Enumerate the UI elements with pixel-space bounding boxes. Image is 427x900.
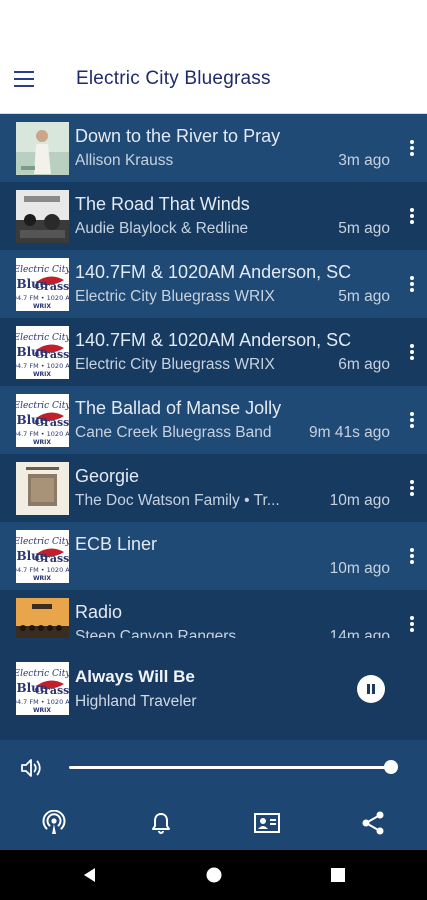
svg-text:104.7 FM • 1020 AM: 104.7 FM • 1020 AM	[16, 430, 69, 438]
pause-button[interactable]	[357, 675, 385, 703]
more-vert-icon[interactable]	[403, 614, 421, 634]
svg-text:Electric City: Electric City	[16, 401, 69, 411]
track-row[interactable]: Electric CityBlueGrass104.7 FM • 1020 AM…	[0, 318, 427, 386]
more-vert-icon[interactable]	[403, 478, 421, 498]
track-title: The Road That Winds	[75, 194, 250, 214]
track-artwork: Electric CityBlueGrass104.7 FM • 1020 AM…	[16, 326, 69, 379]
svg-text:104.7 FM • 1020 AM: 104.7 FM • 1020 AM	[16, 566, 69, 574]
track-artist: Cane Creek Bluegrass Band	[75, 424, 272, 441]
more-vert-icon[interactable]	[403, 546, 421, 566]
app-bar: Electric City Bluegrass	[0, 44, 427, 114]
recents-icon[interactable]	[327, 864, 349, 886]
track-row[interactable]: Georgie The Doc Watson Family • Tr... 10m …	[0, 454, 427, 522]
svg-text:Electric City: Electric City	[16, 537, 69, 547]
track-timestamp: 10m ago	[329, 560, 390, 577]
track-timestamp: 9m 41s ago	[309, 424, 390, 441]
track-title: 140.7FM & 1020AM Anderson, SC	[75, 262, 352, 282]
bottom-nav	[0, 798, 427, 850]
now-playing-artwork: Electric CityBlueGrass104.7 FM • 1020 AM…	[9, 662, 75, 715]
svg-text:WRIX: WRIX	[33, 707, 51, 714]
svg-text:Grass: Grass	[35, 280, 69, 293]
svg-text:WRIX: WRIX	[33, 371, 51, 378]
track-artist: Audie Blaylock & Redline	[75, 220, 249, 237]
track-title: Georgie	[75, 466, 140, 486]
svg-text:Grass: Grass	[35, 348, 69, 361]
track-row[interactable]: Electric CityBlueGrass104.7 FM • 1020 AM…	[0, 522, 427, 590]
home-icon[interactable]	[203, 864, 225, 886]
track-timestamp: 5m ago	[338, 288, 390, 305]
volume-slider-knob[interactable]	[384, 760, 398, 774]
track-timestamp: 6m ago	[338, 356, 390, 373]
more-vert-icon[interactable]	[403, 410, 421, 430]
svg-text:Grass: Grass	[35, 416, 69, 429]
track-title: ECB Liner	[75, 534, 158, 554]
svg-text:Electric City: Electric City	[16, 333, 69, 343]
more-vert-icon[interactable]	[403, 274, 421, 294]
volume-icon[interactable]	[19, 756, 45, 780]
svg-text:Grass: Grass	[35, 552, 69, 565]
back-icon[interactable]	[79, 864, 101, 886]
track-artist: Electric City Bluegrass WRIX	[75, 288, 275, 305]
track-row[interactable]: Electric CityBlueGrass104.7 FM • 1020 AM…	[0, 250, 427, 318]
track-artwork	[16, 122, 69, 175]
svg-text:104.7 FM • 1020 AM: 104.7 FM • 1020 AM	[16, 698, 69, 706]
svg-text:WRIX: WRIX	[33, 303, 51, 310]
hamburger-icon[interactable]	[0, 55, 48, 103]
contact-card-icon[interactable]	[252, 808, 282, 838]
svg-text:Electric City: Electric City	[16, 265, 69, 275]
volume-slider-track[interactable]	[69, 766, 391, 769]
more-vert-icon[interactable]	[403, 206, 421, 226]
svg-text:Grass: Grass	[35, 684, 69, 697]
track-timestamp: 14m ago	[329, 628, 390, 638]
track-artist: Allison Krauss	[75, 152, 174, 169]
track-title: 140.7FM & 1020AM Anderson, SC	[75, 330, 352, 350]
status-bar	[0, 0, 427, 44]
system-navigation-bar	[0, 850, 427, 900]
svg-text:WRIX: WRIX	[33, 439, 51, 446]
track-artist: The Doc Watson Family • Tr...	[75, 492, 280, 509]
track-row[interactable]: The Road That Winds Audie Blaylock & Redl…	[0, 182, 427, 250]
svg-text:104.7 FM • 1020 AM: 104.7 FM • 1020 AM	[16, 362, 69, 370]
more-vert-icon[interactable]	[403, 138, 421, 158]
track-artwork: Electric CityBlueGrass104.7 FM • 1020 AM…	[16, 394, 69, 447]
now-playing-bar[interactable]: Electric CityBlueGrass104.7 FM • 1020 AM…	[0, 638, 427, 740]
track-row[interactable]: Electric CityBlueGrass104.7 FM • 1020 AM…	[0, 386, 427, 454]
svg-text:Electric City: Electric City	[16, 669, 69, 679]
track-artist: Electric City Bluegrass WRIX	[75, 356, 275, 373]
bell-icon[interactable]	[146, 808, 176, 838]
track-timestamp: 5m ago	[338, 220, 390, 237]
track-artist: Steep Canyon Rangers	[75, 628, 237, 638]
track-row[interactable]: Radio Steep Canyon Rangers 14m ago	[0, 590, 427, 638]
track-artwork: Electric CityBlueGrass104.7 FM • 1020 AM…	[16, 258, 69, 311]
svg-text:WRIX: WRIX	[33, 575, 51, 582]
track-artwork	[16, 598, 69, 638]
track-row[interactable]: Down to the River to Pray Allison Krauss 3…	[0, 114, 427, 182]
share-icon[interactable]	[358, 808, 388, 838]
svg-text:104.7 FM • 1020 AM: 104.7 FM • 1020 AM	[16, 294, 69, 302]
track-timestamp: 3m ago	[338, 152, 390, 169]
pause-icon	[367, 684, 375, 694]
app-title: Electric City Bluegrass	[76, 67, 271, 89]
more-vert-icon[interactable]	[403, 342, 421, 362]
track-history-list[interactable]: Down to the River to Pray Allison Krauss 3…	[0, 114, 427, 638]
track-title: The Ballad of Manse Jolly	[75, 398, 282, 418]
track-artwork	[16, 462, 69, 515]
podcast-icon[interactable]	[39, 808, 69, 838]
track-artwork: Electric CityBlueGrass104.7 FM • 1020 AM…	[16, 530, 69, 583]
track-artwork	[16, 190, 69, 243]
now-playing-title: Always Will Be	[75, 667, 195, 686]
track-timestamp: 10m ago	[329, 492, 390, 509]
track-title: Radio	[75, 602, 123, 622]
volume-bar	[0, 740, 427, 798]
now-playing-artist: Highland Traveler	[75, 693, 197, 710]
track-title: Down to the River to Pray	[75, 126, 281, 146]
